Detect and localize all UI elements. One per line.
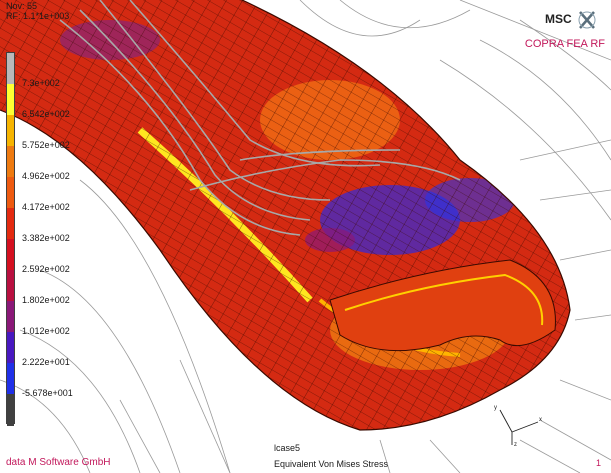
legend-band [7,270,14,302]
legend-band [7,208,14,240]
msc-logo: MSC [545,10,597,30]
legend-band [7,115,14,147]
legend-band [7,84,14,116]
legend-tick-label: 6.542e+002 [22,109,70,119]
legend-band [7,301,14,333]
legend-band [7,177,14,209]
header-info-line-2: RF: 1.1*1e+003 [6,11,70,21]
triad-z-label: z [514,442,517,448]
header-info-line-1: Nov: 55 [6,1,38,11]
legend-tick-label: 2.222e+001 [22,357,70,367]
fea-viewport[interactable]: x y z Nov: 55 RF: 1.1*1e+003 7.3e+002 6.5… [0,0,611,473]
page-number: 1 [595,458,601,468]
legend-tick-label: 3.382e+002 [22,233,70,243]
msc-x-icon [578,11,596,29]
legend-tick-label: 4.172e+002 [22,202,70,212]
color-legend-bar [6,52,15,426]
legend-band [7,146,14,178]
legend-band [7,394,14,426]
msc-logo-text: MSC [545,12,572,26]
company-label: data M Software GmbH [6,457,111,468]
result-type-label: Equivalent Von Mises Stress [274,459,389,469]
legend-tick-label: 1.802e+002 [22,295,70,305]
fea-model-view[interactable]: x y z [0,0,611,473]
legend-band [7,239,14,271]
legend-tick-label: 1.012e+002 [22,326,70,336]
legend-tick-label: -5.678e+001 [22,388,73,398]
legend-tick-label: 5.752e+002 [22,140,70,150]
axis-triad: x y z [494,405,542,448]
legend-band [7,53,14,85]
legend-tick-label: 2.592e+002 [22,264,70,274]
legend-tick-label: 7.3e+002 [22,78,60,88]
legend-band [7,363,14,395]
product-name: COPRA FEA RF [524,38,605,50]
triad-x-label: x [539,417,542,423]
stress-contour-part[interactable] [0,0,611,473]
legend-band [7,332,14,364]
triad-y-label: y [494,405,497,411]
loadcase-label: lcase5 [274,443,301,453]
legend-tick-label: 4.962e+002 [22,171,70,181]
